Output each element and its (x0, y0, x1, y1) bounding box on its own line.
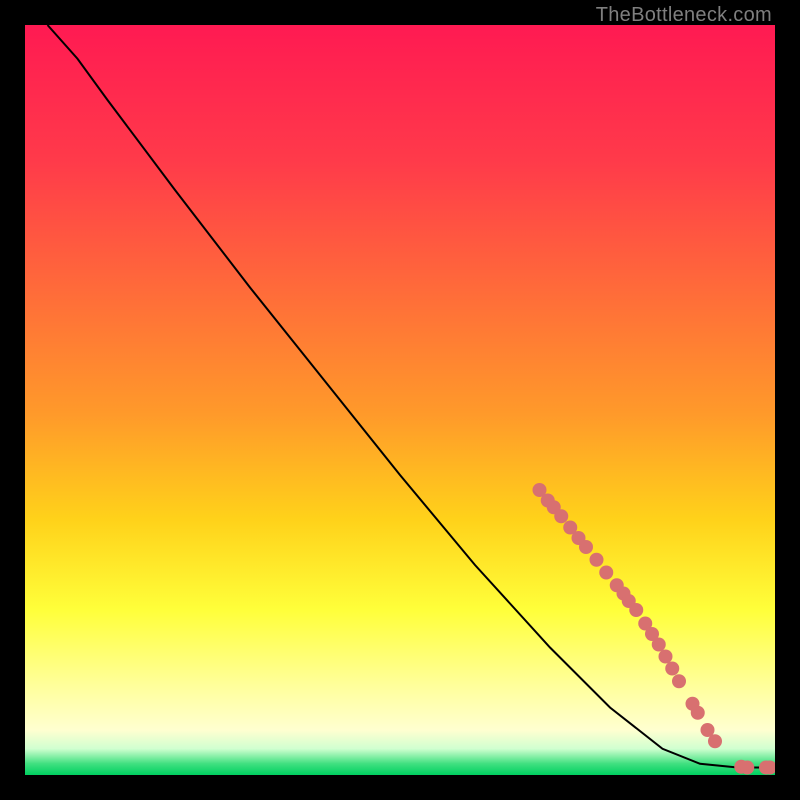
chart-frame (25, 25, 775, 775)
chart-marker (652, 638, 666, 652)
chart-marker (629, 603, 643, 617)
watermark-text: TheBottleneck.com (596, 4, 772, 27)
chart-svg (25, 25, 775, 775)
chart-marker (659, 650, 673, 664)
chart-marker (579, 540, 593, 554)
chart-marker (665, 662, 679, 676)
chart-marker (590, 553, 604, 567)
chart-marker (672, 674, 686, 688)
chart-marker (691, 706, 705, 720)
chart-marker (708, 734, 722, 748)
chart-marker (599, 566, 613, 580)
chart-marker (740, 761, 754, 775)
chart-marker (554, 509, 568, 523)
